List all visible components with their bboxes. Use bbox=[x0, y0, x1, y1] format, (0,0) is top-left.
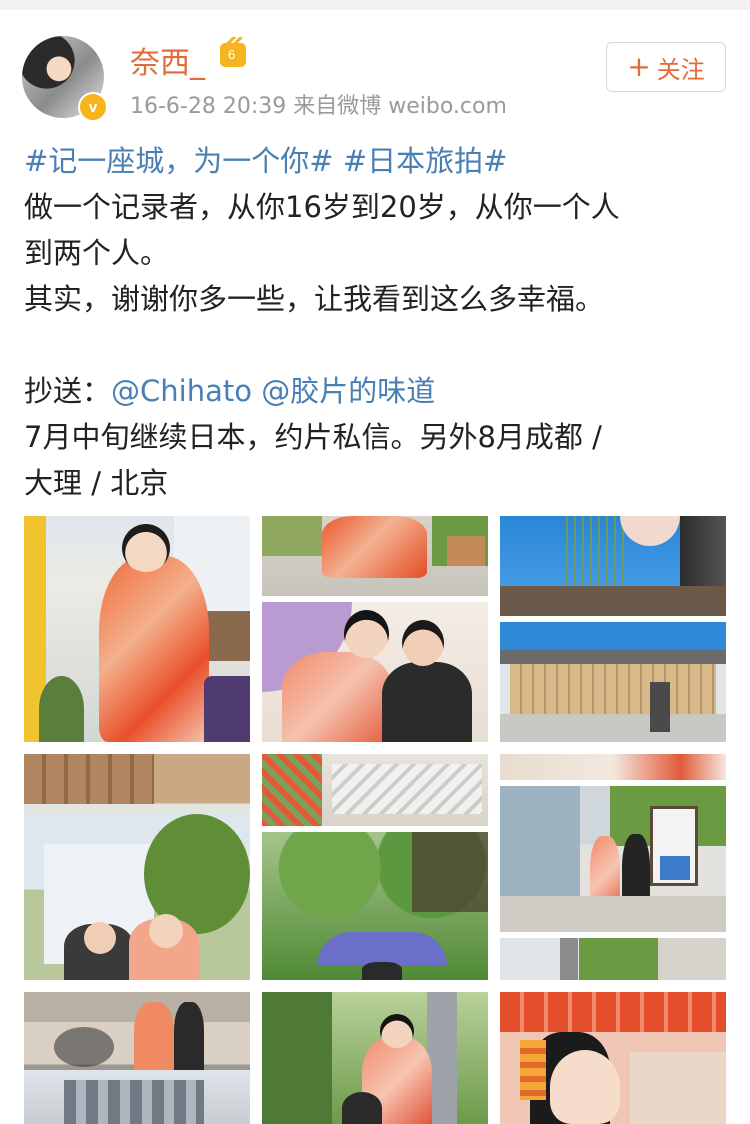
photo-temple-couple[interactable] bbox=[500, 786, 726, 932]
photo-trees-lantern[interactable] bbox=[262, 992, 488, 1124]
photo-wooden-plaques[interactable] bbox=[262, 516, 488, 596]
photo-wooden-house[interactable] bbox=[500, 622, 726, 742]
photo-trees-purple-umbrella[interactable] bbox=[262, 832, 488, 980]
photo-grid bbox=[0, 0, 750, 1124]
photo-kimono-crouching[interactable] bbox=[262, 602, 488, 742]
photo-kimono-shrine-gate[interactable] bbox=[500, 938, 726, 980]
photo-couple-umbrella[interactable] bbox=[500, 992, 726, 1124]
photo-portrait-umbrella-close[interactable] bbox=[24, 992, 250, 1124]
photo-street-path[interactable] bbox=[24, 754, 250, 980]
photo-paper-fortunes[interactable] bbox=[262, 754, 488, 826]
photo-alley-lanterns[interactable] bbox=[500, 754, 726, 780]
photo-blue-sky-willow[interactable] bbox=[500, 516, 726, 616]
photo-kimono-portrait-street[interactable] bbox=[24, 516, 250, 742]
